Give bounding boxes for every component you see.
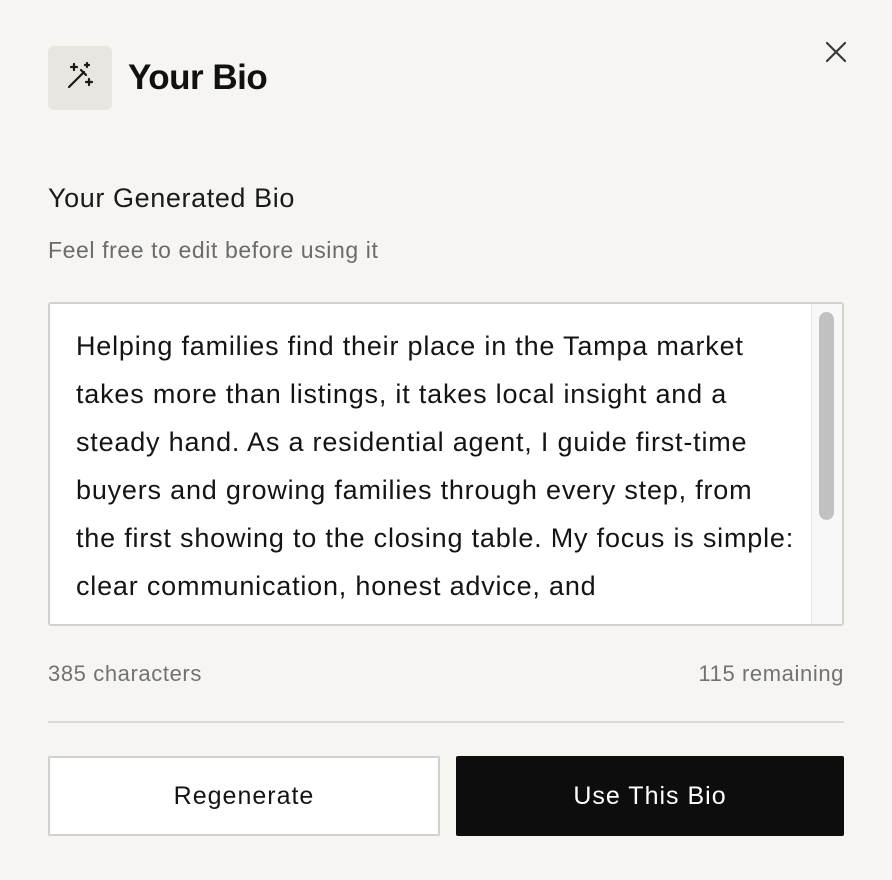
scrollbar-track[interactable] [811,304,842,624]
bio-textarea[interactable]: Helping families find their place in the… [48,302,844,626]
regenerate-button[interactable]: Regenerate [48,756,440,836]
section-title: Your Generated Bio [48,183,295,213]
remaining-count: 115 remaining [698,661,844,686]
bio-text[interactable]: Helping families find their place in the… [76,322,796,610]
divider [48,721,844,723]
magic-wand-icon [64,60,96,97]
section-subtitle: Feel free to edit before using it [48,237,379,263]
close-button[interactable] [818,36,854,72]
use-this-bio-button[interactable]: Use This Bio [456,756,844,836]
dialog-title: Your Bio [128,58,268,97]
header-icon-box [48,46,112,110]
bio-dialog: Your Bio Your Generated Bio Feel free to… [0,0,892,880]
scrollbar-thumb[interactable] [819,312,834,520]
close-icon [824,40,848,69]
character-count: 385 characters [48,661,202,686]
